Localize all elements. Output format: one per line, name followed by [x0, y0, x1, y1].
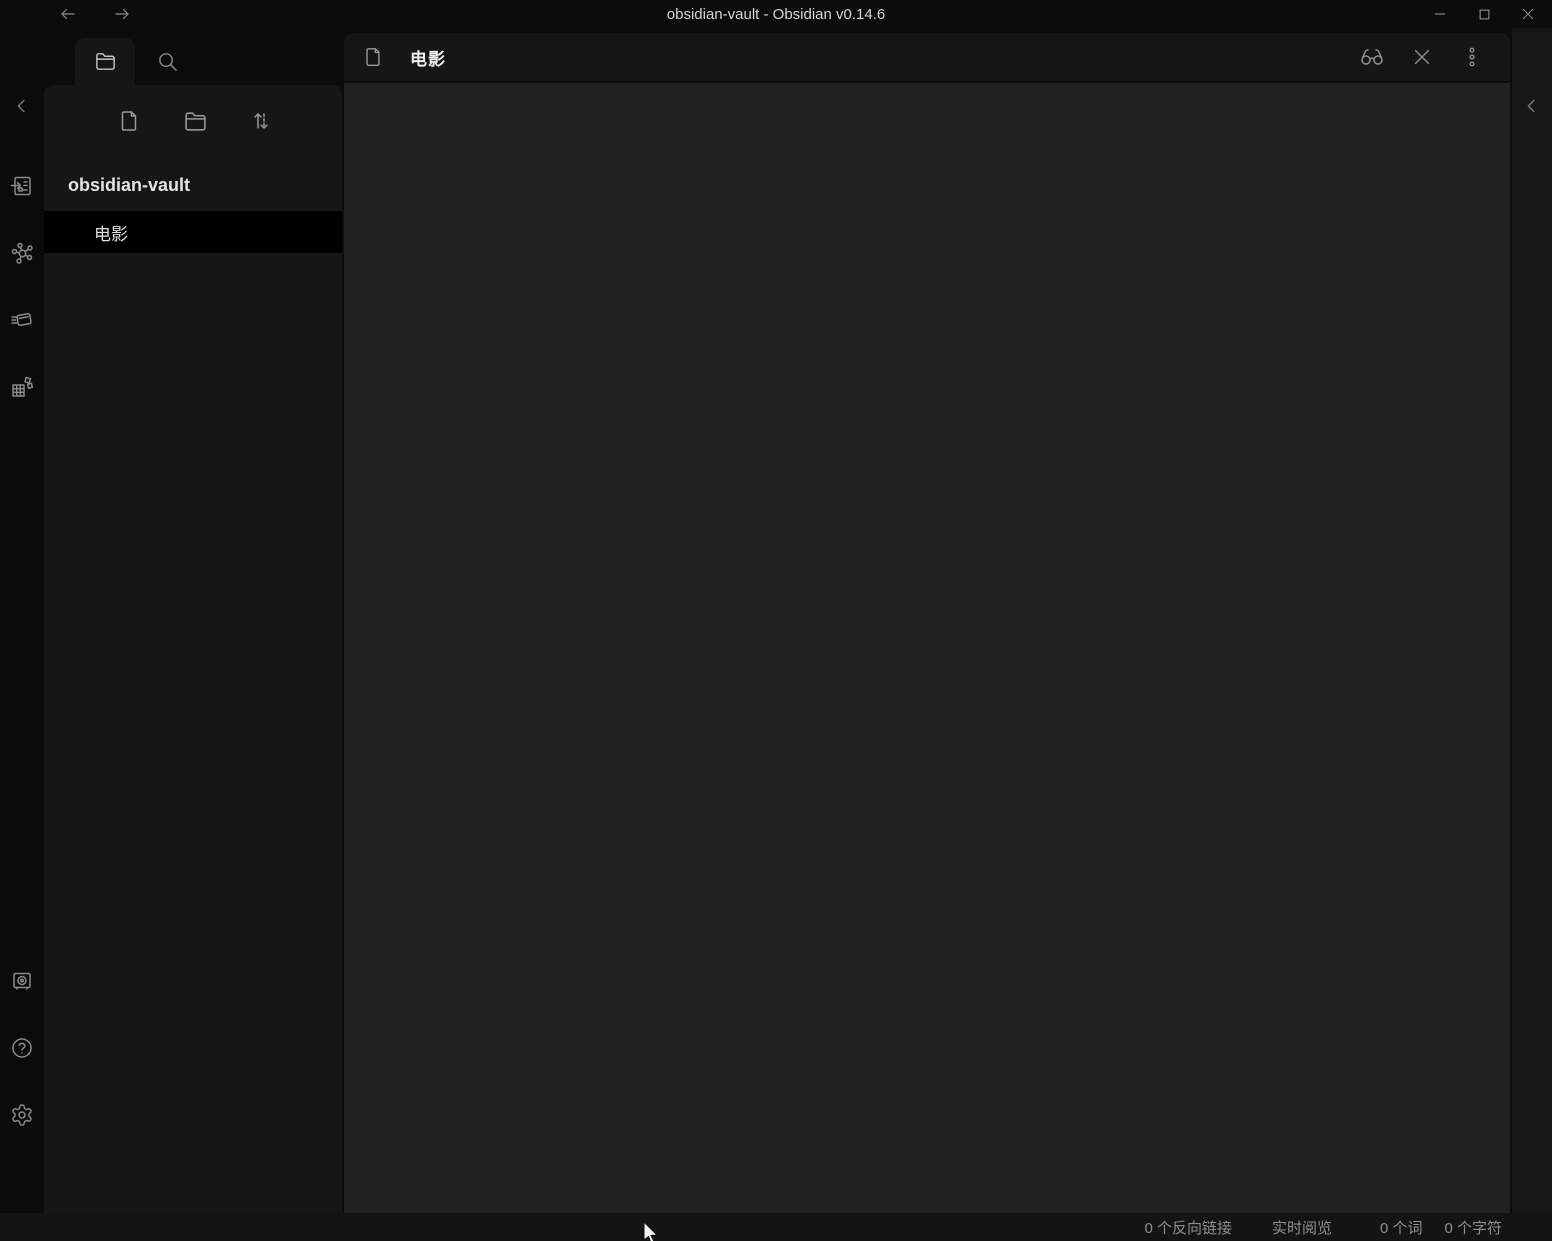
minimize-icon — [1432, 6, 1448, 22]
graph-view-icon — [10, 241, 34, 265]
command-palette-icon — [10, 308, 34, 332]
workspace: obsidian-vault 电影 电影 — [0, 28, 1552, 1213]
window-title: obsidian-vault - Obsidian v0.14.6 — [0, 6, 1552, 23]
backlink-count[interactable]: 0 个反向链接 — [1144, 1217, 1232, 1238]
help-icon — [10, 1036, 34, 1060]
file-tree-item-selected[interactable]: 电影 — [44, 211, 342, 253]
char-count: 0 个字符 — [1444, 1217, 1502, 1238]
settings-button[interactable] — [8, 1101, 36, 1129]
new-folder-icon — [183, 109, 208, 134]
right-sidebar-collapsed — [1510, 28, 1552, 1213]
view-header: 电影 — [344, 33, 1510, 83]
new-note-icon — [117, 109, 141, 133]
history-back-button[interactable] — [56, 3, 80, 25]
search-icon — [156, 50, 179, 73]
editor-pane: 电影 — [344, 33, 1510, 1213]
maximize-button[interactable] — [1474, 4, 1494, 24]
file-explorer-pane: obsidian-vault 电影 — [44, 85, 342, 1213]
close-icon — [1520, 6, 1536, 22]
random-note-button[interactable] — [8, 373, 36, 401]
close-pane-button[interactable] — [1408, 43, 1436, 71]
more-options-button[interactable] — [1458, 43, 1486, 71]
minimize-button[interactable] — [1430, 4, 1450, 24]
editor-column: 电影 — [344, 28, 1510, 1213]
quick-switcher-button[interactable] — [8, 172, 36, 200]
tab-file-explorer[interactable] — [75, 38, 135, 85]
obsidian-window: obsidian-vault - Obsidian v0.14.6 — [0, 0, 1552, 1241]
open-vault-button[interactable] — [8, 967, 36, 995]
chevron-left-icon — [11, 95, 33, 117]
vault-title[interactable]: obsidian-vault — [44, 157, 342, 197]
status-bar: 0 个反向链接 实时阅览 0 个词 0 个字符 — [0, 1213, 1552, 1241]
collapse-left-sidebar-button[interactable] — [8, 92, 36, 120]
left-ribbon — [0, 28, 44, 1213]
sort-arrows-icon — [249, 109, 273, 133]
editor-content[interactable] — [344, 83, 1510, 1213]
close-window-button[interactable] — [1518, 4, 1538, 24]
word-count: 0 个词 — [1380, 1217, 1423, 1238]
forward-arrow-icon — [113, 5, 131, 23]
editor-mode-status[interactable]: 实时阅览 — [1272, 1217, 1332, 1238]
back-arrow-icon — [59, 5, 77, 23]
vault-icon — [10, 969, 34, 993]
graph-view-button[interactable] — [8, 239, 36, 267]
expand-right-sidebar-button[interactable] — [1518, 92, 1546, 120]
glasses-icon — [1360, 45, 1384, 69]
view-header-title: 电影 — [410, 45, 446, 70]
kebab-menu-icon — [1461, 46, 1483, 68]
quick-switcher-icon — [10, 174, 34, 198]
history-forward-button[interactable] — [110, 3, 134, 25]
sidebar-tab-strip — [44, 28, 342, 85]
chevron-left-icon — [1521, 95, 1543, 117]
document-icon — [362, 46, 384, 68]
help-button[interactable] — [8, 1034, 36, 1062]
gear-icon — [10, 1103, 34, 1127]
reading-view-button[interactable] — [1358, 43, 1386, 71]
titlebar: obsidian-vault - Obsidian v0.14.6 — [0, 0, 1552, 28]
command-palette-button[interactable] — [8, 306, 36, 334]
random-note-icon — [10, 375, 34, 399]
file-explorer-toolbar — [44, 85, 342, 157]
sort-order-button[interactable] — [248, 108, 274, 134]
folder-icon — [94, 50, 117, 73]
left-sidebar: obsidian-vault 电影 — [44, 28, 344, 1213]
maximize-icon — [1477, 7, 1492, 22]
tab-search[interactable] — [137, 38, 197, 85]
new-folder-button[interactable] — [182, 108, 208, 134]
new-note-button[interactable] — [116, 108, 142, 134]
close-pane-icon — [1411, 46, 1433, 68]
